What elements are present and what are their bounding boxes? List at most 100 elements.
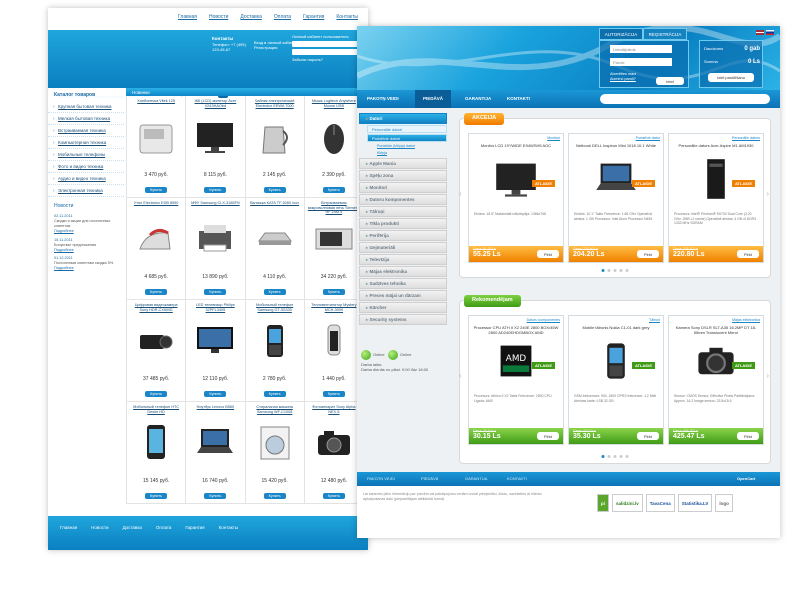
category-item[interactable]: Tālruņi [359, 206, 447, 217]
tab-register[interactable]: REĢISTRĀCIJA [643, 28, 687, 40]
top-link[interactable]: Новости [209, 14, 228, 20]
carousel-dot[interactable] [601, 455, 605, 458]
carousel-dot[interactable] [619, 455, 623, 458]
product-image[interactable]: AMD [469, 340, 563, 382]
product-card[interactable]: Personālie dators Personālie dators Acer … [668, 133, 764, 263]
top-link[interactable]: Гарантия [303, 14, 324, 20]
product-name[interactable]: МФУ Samsung CLX-3185FN [186, 198, 244, 216]
product-name[interactable]: Хлебопечка Vitek 125 [127, 96, 185, 114]
nav-item-active[interactable]: PIEDĀVĀ [415, 90, 452, 108]
category-link[interactable]: Крупная бытовая техника [48, 101, 124, 113]
product-title[interactable]: Personālie dators Acer Aspire M1 AM1930 [672, 143, 760, 148]
login-field[interactable] [292, 41, 362, 47]
product-card[interactable]: Хлебопечка Vitek 125 3 470 руб. Купить [127, 96, 187, 198]
product-name[interactable]: Встраиваемая микроволновая печь Siemens … [305, 198, 363, 216]
footer-link[interactable]: Новости [91, 525, 108, 530]
product-card[interactable]: Цифровая видеокамера Sony HDR-CX500E 37 4… [127, 300, 187, 402]
news-more-link[interactable]: Подробнее [54, 229, 118, 234]
product-name[interactable]: Ноутбук Lenovo B560 [186, 402, 244, 420]
flag-lv-icon[interactable] [756, 30, 764, 35]
product-category-link[interactable]: Tālruņi [649, 318, 660, 322]
product-card[interactable]: Встраиваемая микроволновая печь Siemens … [304, 198, 364, 300]
category-item[interactable]: Kārcher [359, 302, 447, 313]
buy-button[interactable]: Купить [322, 493, 345, 499]
category-item[interactable]: Spēļu zona [359, 170, 447, 181]
product-image[interactable] [186, 318, 244, 364]
product-title[interactable]: Netbook DELL Inspiron Mini 1018 10.1 Whi… [572, 143, 660, 148]
product-card[interactable]: Мышь Logitech Anywhere Mouse USB 2 390 ру… [304, 96, 364, 198]
carousel-dot[interactable] [619, 269, 623, 272]
category-link[interactable]: Аудио и видео техника [48, 173, 124, 185]
product-card[interactable]: ЖК (LCD) монитор Acer V243HAObd 8 115 руб… [186, 96, 246, 198]
product-image[interactable] [246, 420, 304, 466]
product-image[interactable] [305, 114, 363, 160]
product-card[interactable]: Фотоаппарат Sony Alpha NEX-5 12 480 руб. К… [304, 402, 364, 504]
carousel-dot[interactable] [601, 269, 605, 272]
subcategory-item[interactable]: Personālie datori [367, 125, 447, 133]
buy-button[interactable]: Купить [263, 187, 286, 193]
buy-button[interactable]: Купить [145, 391, 168, 397]
product-image[interactable] [127, 114, 185, 160]
partner-logo[interactable]: Statistika.LV [677, 494, 713, 512]
category-item-active[interactable]: Datori [359, 113, 447, 124]
icq-icon[interactable] [387, 350, 398, 360]
product-image[interactable] [305, 318, 363, 364]
product-name[interactable]: Мобильный телефон HTC Desire HD [127, 402, 185, 420]
product-category-link[interactable]: Monitori [547, 136, 560, 140]
product-image[interactable] [305, 420, 363, 466]
product-card[interactable]: Mājas elektronika Kamera Sony DSLR SLT-A3… [668, 315, 764, 445]
buy-button[interactable]: Купить [145, 187, 168, 193]
forgot-link[interactable]: Aizmirsi paroli? [610, 77, 636, 81]
carousel-dot[interactable] [613, 269, 617, 272]
product-name[interactable]: LED телевизор Philips 32PFL3405 [186, 300, 244, 318]
prev-arrow-icon[interactable]: ‹ [459, 371, 462, 380]
product-image[interactable] [669, 158, 763, 200]
tab-login[interactable]: AUTORIZĀCIJA [599, 28, 643, 40]
product-title[interactable]: Processor CPU ATH II X2 240E 2800 BOX/45… [472, 325, 560, 335]
buy-button[interactable]: Pirkt [637, 250, 659, 258]
footer-link[interactable]: GARANTIJA [465, 476, 487, 481]
category-item[interactable]: Sadzīves tehnika [359, 278, 447, 289]
product-category-link[interactable]: Personālie dators [732, 136, 760, 140]
footer-link[interactable]: Доставка [123, 525, 142, 530]
product-name[interactable]: Фотоаппарат Sony Alpha NEX-5 [305, 402, 363, 420]
footer-link[interactable]: Гарантия [185, 525, 204, 530]
buy-button[interactable]: Pirkt [737, 250, 759, 258]
category-item[interactable]: Mājas elektronika [359, 266, 447, 277]
product-title[interactable]: Kamera Sony DSLR SLT-A35 16.2MP DT 18-55… [672, 325, 760, 335]
product-name[interactable]: Мобильный телефон Samsung GT-S5330 [246, 300, 304, 318]
top-link[interactable]: Главная [178, 14, 197, 20]
product-image[interactable] [469, 158, 563, 200]
username-input[interactable]: Lietotājvārds [610, 45, 672, 53]
product-image[interactable] [127, 420, 185, 466]
product-image[interactable] [186, 114, 244, 160]
news-more-link[interactable]: Подробнее [54, 248, 118, 253]
top-link[interactable]: Доставка [240, 14, 261, 20]
footer-link[interactable]: PAKOTŅ VEIDI [367, 476, 395, 481]
buy-button[interactable]: Pirkt [737, 432, 759, 440]
product-image[interactable] [186, 216, 244, 262]
product-card[interactable]: МФУ Samsung CLX-3185FN 13 890 руб. Купить [186, 198, 246, 300]
nav-item[interactable]: GARANTIJA [465, 96, 491, 101]
buy-button[interactable]: Купить [322, 391, 345, 397]
buy-button[interactable]: Купить [263, 391, 286, 397]
partner-logo[interactable]: TavaCena [645, 494, 675, 512]
partner-logo[interactable]: logo [715, 494, 733, 512]
buy-button[interactable]: Pirkt [537, 250, 559, 258]
product-name[interactable]: Чайник электрический Electrolux EEWA 700… [246, 96, 304, 114]
category-item[interactable]: Tīkla produkti [359, 218, 447, 229]
product-card[interactable]: Мобильный телефон HTC Desire HD 15 145 ру… [127, 402, 187, 504]
carousel-dot[interactable] [625, 455, 629, 458]
buy-button[interactable]: Pirkt [537, 432, 559, 440]
buy-button[interactable]: Pirkt [637, 432, 659, 440]
category-link[interactable]: Мобильные телефоны [48, 149, 124, 161]
product-image[interactable] [569, 340, 663, 382]
product-card[interactable]: Чайник электрический Electrolux EEWA 700… [245, 96, 305, 198]
password-input[interactable]: Parole [610, 58, 672, 66]
category-item[interactable]: Perifērija [359, 230, 447, 241]
partner-logo[interactable]: pi [597, 494, 609, 512]
search-input[interactable] [600, 94, 770, 104]
footer-link[interactable]: Контакты [219, 525, 238, 530]
product-card[interactable]: Monitori Monitor LCD 19"/WIDE E94WSH5 AOC… [468, 133, 564, 263]
category-link[interactable]: Мелкая бытовая техника [48, 113, 124, 125]
